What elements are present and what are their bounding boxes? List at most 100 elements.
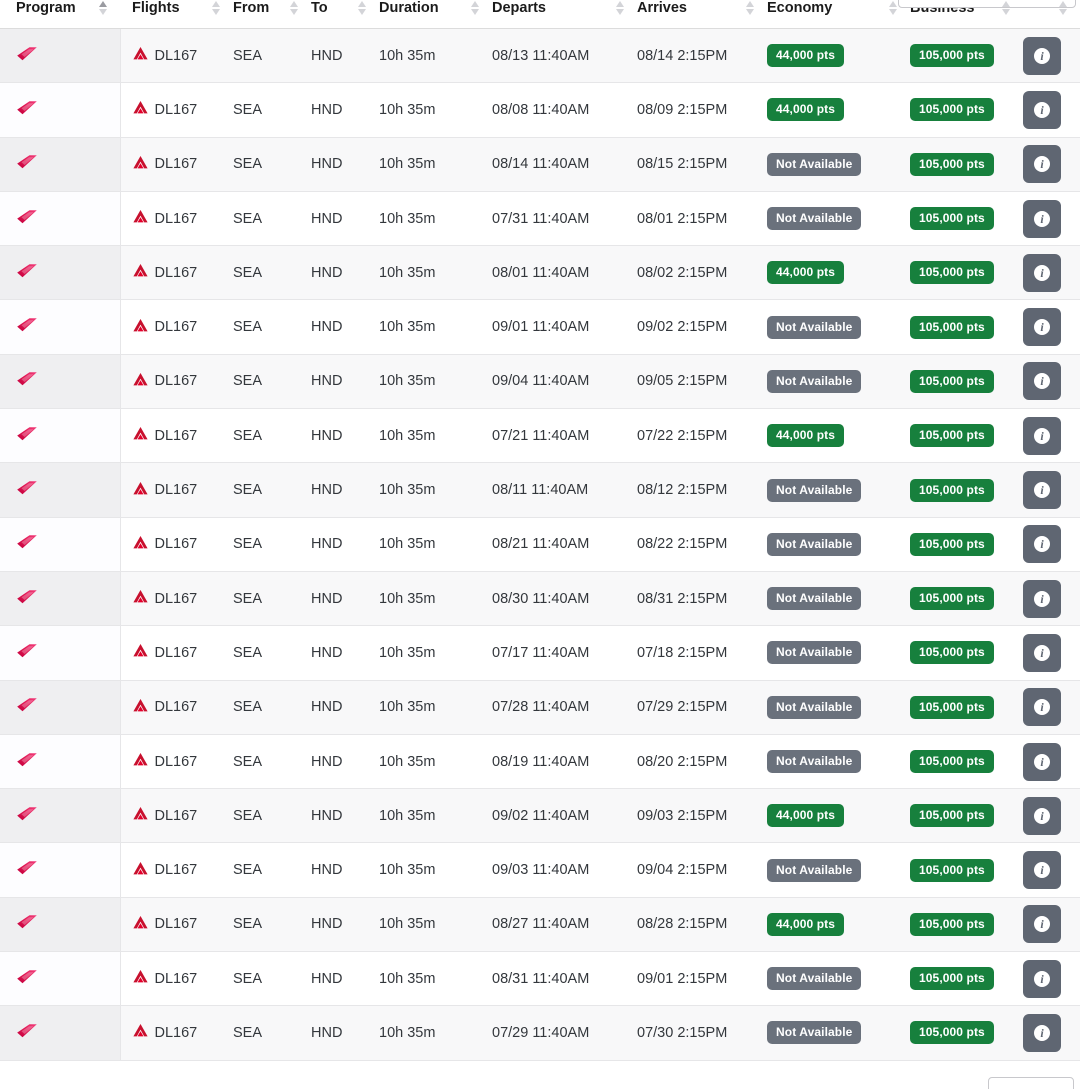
table-row[interactable]: DL167 SEA HND 10h 35m 07/31 11:40AM 08/01 2:1… xyxy=(0,191,1080,247)
column-header-economy[interactable]: Economy xyxy=(767,0,910,29)
row-info-button[interactable]: i xyxy=(1023,36,1061,75)
table-row[interactable]: DL167 SEA HND 10h 35m 08/08 11:40AM 08/09 2:1… xyxy=(0,82,1080,138)
cell-flights: DL167 xyxy=(120,897,233,953)
cell-duration: 10h 35m xyxy=(379,408,492,464)
table-row[interactable]: DL167 SEA HND 10h 35m 08/31 11:40AM 09/01 2:1… xyxy=(0,951,1080,1007)
cell-flights: DL167 xyxy=(120,82,233,138)
column-header-from[interactable]: From xyxy=(233,0,311,29)
cell-economy: Not Available xyxy=(767,517,910,572)
cell-from: SEA xyxy=(233,82,311,138)
table-row[interactable]: DL167 SEA HND 10h 35m 09/02 11:40AM 09/03 2:1… xyxy=(0,788,1080,844)
table-row[interactable]: DL167 SEA HND 10h 35m 08/13 11:40AM 08/14 2:1… xyxy=(0,28,1080,84)
column-header-to[interactable]: To xyxy=(311,0,379,29)
row-info-button[interactable]: i xyxy=(1023,90,1061,129)
cell-economy: Not Available xyxy=(767,191,910,247)
table-row[interactable]: DL167 SEA HND 10h 35m 08/01 11:40AM 08/02 2:1… xyxy=(0,245,1080,301)
virgin-atlantic-logo xyxy=(16,752,38,768)
not-available-badge: Not Available xyxy=(767,478,862,502)
column-header-label: Departs xyxy=(492,0,546,16)
table-row[interactable]: DL167 SEA HND 10h 35m 07/21 11:40AM 07/22 2:1… xyxy=(0,408,1080,464)
column-header-departs[interactable]: Departs xyxy=(492,0,637,29)
cell-from: SEA xyxy=(233,951,311,1007)
row-info-button[interactable]: i xyxy=(1023,1013,1061,1052)
sort-arrows-icon[interactable] xyxy=(212,0,221,16)
cell-departs: 07/29 11:40AM xyxy=(492,1005,637,1061)
cell-to: HND xyxy=(311,28,379,84)
cell-arrives: 08/09 2:15PM xyxy=(637,82,767,138)
table-row[interactable]: DL167 SEA HND 10h 35m 08/19 11:40AM 08/20 2:1… xyxy=(0,734,1080,790)
row-info-button[interactable]: i xyxy=(1023,633,1061,672)
cell-duration: 10h 35m xyxy=(379,137,492,192)
table-row[interactable]: DL167 SEA HND 10h 35m 09/03 11:40AM 09/04 2:1… xyxy=(0,842,1080,898)
row-info-button[interactable]: i xyxy=(1023,959,1061,998)
table-row[interactable]: DL167 SEA HND 10h 35m 07/28 11:40AM 07/29 2:1… xyxy=(0,680,1080,735)
table-row[interactable]: DL167 SEA HND 10h 35m 08/27 11:40AM 08/28 2:1… xyxy=(0,897,1080,953)
row-info-button[interactable]: i xyxy=(1023,471,1061,510)
cell-arrives: 07/22 2:15PM xyxy=(637,408,767,464)
cell-from: SEA xyxy=(233,28,311,84)
cell-from: SEA xyxy=(233,517,311,572)
cell-duration: 10h 35m xyxy=(379,680,492,735)
bottom-cutoff-control[interactable] xyxy=(988,1077,1074,1089)
flight-number: DL167 xyxy=(154,319,198,336)
flight-number: DL167 xyxy=(154,210,198,227)
sort-arrows-icon[interactable] xyxy=(889,0,898,16)
row-info-button[interactable]: i xyxy=(1023,362,1061,401)
delta-widget-icon xyxy=(132,535,148,553)
delta-widget-icon xyxy=(132,970,148,987)
table-row[interactable]: DL167 SEA HND 10h 35m 08/21 11:40AM 08/22 2:1… xyxy=(0,517,1080,572)
row-info-button[interactable]: i xyxy=(1023,742,1061,781)
cell-to: HND xyxy=(311,408,379,464)
column-header-duration[interactable]: Duration xyxy=(379,0,492,29)
sort-arrows-icon[interactable] xyxy=(471,0,480,16)
table-row[interactable]: DL167 SEA HND 10h 35m 08/14 11:40AM 08/15 2:1… xyxy=(0,137,1080,192)
sort-arrows-icon[interactable] xyxy=(616,0,625,16)
sort-arrows-icon[interactable] xyxy=(290,0,299,16)
sort-arrows-icon[interactable] xyxy=(358,0,367,16)
row-info-button[interactable]: i xyxy=(1023,308,1061,347)
flight-number: DL167 xyxy=(154,1024,198,1041)
sort-arrows-icon[interactable] xyxy=(99,0,108,16)
cell-info: i xyxy=(1023,462,1080,518)
cell-duration: 10h 35m xyxy=(379,951,492,1007)
cell-to: HND xyxy=(311,137,379,192)
row-info-button[interactable]: i xyxy=(1023,199,1061,238)
column-header-program[interactable]: Program xyxy=(0,0,120,29)
row-info-button[interactable]: i xyxy=(1023,688,1061,727)
table-row[interactable]: DL167 SEA HND 10h 35m 09/04 11:40AM 09/05 2:1… xyxy=(0,354,1080,410)
sort-arrows-icon[interactable] xyxy=(1002,0,1011,16)
cell-flights: DL167 xyxy=(120,191,233,247)
cell-info: i xyxy=(1023,680,1080,735)
award-price-badge: 105,000 pts xyxy=(910,152,994,176)
table-row[interactable]: DL167 SEA HND 10h 35m 07/17 11:40AM 07/18 2:1… xyxy=(0,625,1080,681)
virgin-atlantic-logo xyxy=(16,317,38,333)
flight-number: DL167 xyxy=(154,536,198,553)
search-input[interactable] xyxy=(898,0,1076,8)
cell-info: i xyxy=(1023,82,1080,138)
column-header-flights[interactable]: Flights xyxy=(120,0,233,29)
row-info-button[interactable]: i xyxy=(1023,145,1061,184)
sort-arrows-icon[interactable] xyxy=(1059,0,1068,16)
row-info-button[interactable]: i xyxy=(1023,579,1061,618)
table-row[interactable]: DL167 SEA HND 10h 35m 07/29 11:40AM 07/30 2:1… xyxy=(0,1005,1080,1061)
virgin-atlantic-logo xyxy=(16,534,38,550)
cell-arrives: 08/31 2:15PM xyxy=(637,571,767,627)
table-row[interactable]: DL167 SEA HND 10h 35m 08/11 11:40AM 08/12 2:1… xyxy=(0,462,1080,518)
row-info-button[interactable]: i xyxy=(1023,905,1061,944)
cell-to: HND xyxy=(311,625,379,681)
row-info-button[interactable]: i xyxy=(1023,525,1061,564)
award-price-badge: 105,000 pts xyxy=(910,641,994,665)
cell-program xyxy=(0,842,121,898)
virgin-atlantic-logo xyxy=(16,589,38,605)
table-row[interactable]: DL167 SEA HND 10h 35m 09/01 11:40AM 09/02 2:1… xyxy=(0,299,1080,355)
cell-info: i xyxy=(1023,28,1080,84)
row-info-button[interactable]: i xyxy=(1023,416,1061,455)
row-info-button[interactable]: i xyxy=(1023,796,1061,835)
row-info-button[interactable]: i xyxy=(1023,253,1061,292)
row-info-button[interactable]: i xyxy=(1023,851,1061,890)
flight-number: DL167 xyxy=(154,807,198,824)
virgin-atlantic-logo xyxy=(16,480,38,496)
table-row[interactable]: DL167 SEA HND 10h 35m 08/30 11:40AM 08/31 2:1… xyxy=(0,571,1080,627)
column-header-arrives[interactable]: Arrives xyxy=(637,0,767,29)
sort-arrows-icon[interactable] xyxy=(746,0,755,16)
